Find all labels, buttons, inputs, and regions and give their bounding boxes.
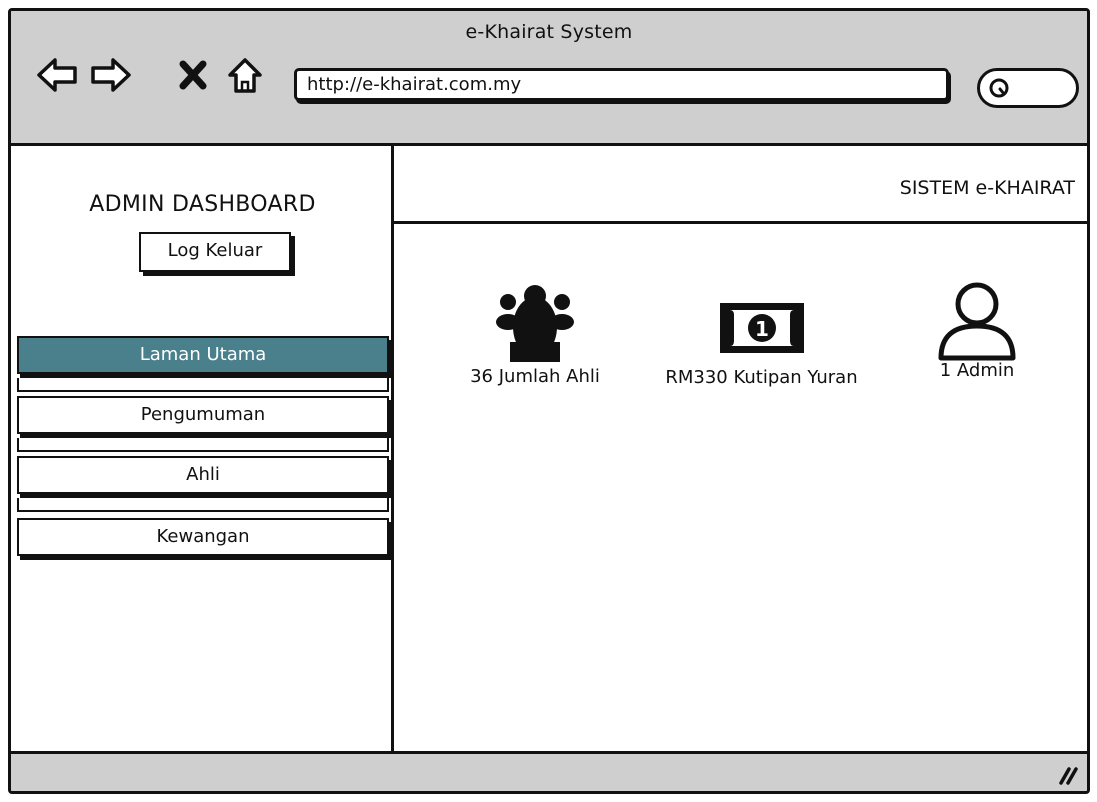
content-header: SISTEM e-KHAIRAT [394, 146, 1087, 224]
user-icon [938, 282, 1016, 361]
browser-window: e-Khairat System http://e-khairat.com.my… [8, 8, 1090, 794]
main-content: SISTEM e-KHAIRAT 36 Jumlah Ahli 1 RM330 [394, 146, 1087, 757]
stat-members-label: 36 Jumlah Ahli [470, 366, 600, 387]
search-icon [989, 78, 1009, 98]
stat-admin: 1 Admin [922, 280, 1032, 381]
close-icon[interactable] [177, 55, 209, 95]
browser-toolbar: e-Khairat System http://e-khairat.com.my [11, 11, 1087, 146]
home-icon[interactable] [223, 55, 267, 95]
stat-members: 36 Jumlah Ahli [450, 282, 620, 387]
search-input[interactable] [977, 68, 1079, 108]
forward-arrow-icon[interactable] [89, 55, 133, 95]
logout-button[interactable]: Log Keluar [139, 232, 291, 272]
status-bar [11, 751, 1087, 791]
sidebar-item-laman-utama[interactable]: Laman Utama [17, 336, 389, 374]
group-icon [496, 285, 574, 362]
stat-fees: 1 RM330 Kutipan Yuran [639, 293, 884, 388]
menu-divider [17, 438, 389, 452]
sidebar-item-kewangan[interactable]: Kewangan [17, 518, 389, 556]
sidebar-title: ADMIN DASHBOARD [89, 192, 316, 217]
stat-fees-label: RM330 Kutipan Yuran [665, 367, 858, 388]
svg-text:1: 1 [755, 317, 769, 341]
menu-divider [17, 498, 389, 512]
sidebar-item-ahli[interactable]: Ahli [17, 456, 389, 494]
menu-divider [17, 378, 389, 392]
sidebar: ADMIN DASHBOARD Log Keluar Laman Utama P… [11, 146, 394, 757]
resize-handle-icon[interactable] [1055, 761, 1079, 785]
sidebar-item-pengumuman[interactable]: Pengumuman [17, 396, 389, 434]
back-arrow-icon[interactable] [35, 55, 79, 95]
url-input[interactable]: http://e-khairat.com.my [294, 68, 949, 101]
window-title: e-Khairat System [465, 21, 633, 43]
page-title: SISTEM e-KHAIRAT [899, 177, 1075, 199]
money-icon: 1 [719, 303, 804, 353]
